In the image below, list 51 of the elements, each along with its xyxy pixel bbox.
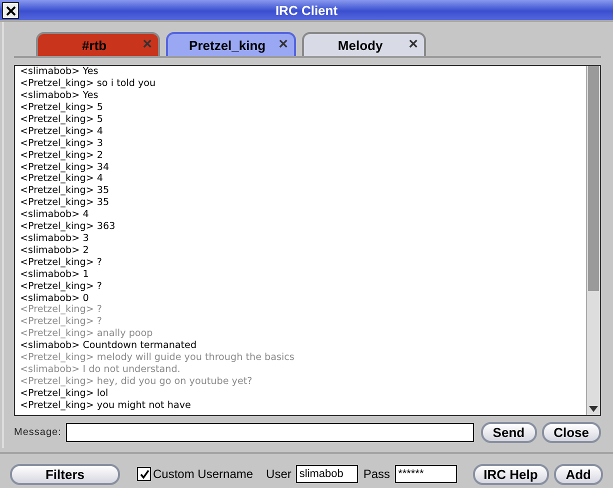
message-field[interactable]	[66, 422, 474, 442]
chat-line: <Pretzel_king> ?	[20, 280, 104, 293]
chat-line: <Pretzel_king> 3	[20, 138, 104, 150]
window-title: IRC Client	[275, 2, 338, 18]
chat-line: <slimabob> 3	[20, 233, 90, 245]
tab[interactable]: Melody ×	[302, 32, 426, 56]
chat-line: <Pretzel_king> 5	[20, 114, 104, 126]
chat-line: <Pretzel_king> 34	[20, 162, 110, 174]
chat-line: <Pretzel_king> ?	[20, 304, 104, 316]
chat-line: <slimabob> 0	[20, 292, 90, 304]
chat-line: <Pretzel_king> 4	[20, 173, 104, 186]
chat-line: <slimabob> Yes	[20, 90, 100, 102]
scrollbar[interactable]	[586, 66, 600, 416]
chat-line: <slimabob> Yes	[20, 66, 100, 78]
pass-field[interactable]: ******	[395, 465, 458, 484]
chat-line: <Pretzel_king> 363	[20, 221, 116, 233]
chat-line: <Pretzel_king> ?	[20, 316, 104, 328]
message-label: Message:	[14, 426, 62, 438]
chat-line: <slimabob> 4	[20, 209, 90, 222]
close-tab-icon[interactable]: ×	[408, 37, 418, 54]
chat-line: <Pretzel_king> melody will guide you through the basics	[20, 352, 296, 364]
chat-line: <Pretzel_king> you might not have	[20, 400, 192, 412]
chat-line: <Pretzel_king> so i told you	[20, 78, 157, 90]
chat-line: <Pretzel_king> lol	[20, 388, 110, 400]
chat-line: <Pretzel_king> 4	[20, 126, 104, 138]
scroll-down-icon[interactable]	[589, 406, 598, 412]
user-field[interactable]: slimabob	[296, 465, 358, 484]
chat-line: <slimabob> Countdown termanated	[20, 340, 198, 352]
chat-line: <Pretzel_king> hey, did you go on youtube yet?	[20, 376, 254, 388]
chat-line: <slimabob> 1	[20, 268, 90, 281]
chat-line: <slimabob> I do not understand.	[20, 364, 182, 376]
chat-line: <Pretzel_king> ?	[20, 256, 104, 269]
chat-line: <Pretzel_king> anally poop	[20, 328, 154, 340]
checkbox[interactable]	[137, 467, 151, 482]
close-tab-icon[interactable]: ×	[278, 37, 288, 54]
close-icon[interactable]	[2, 2, 19, 19]
chat-line: <Pretzel_king> 35	[20, 197, 110, 210]
send-button[interactable]: Send	[480, 422, 537, 443]
help-button[interactable]: IRC Help	[472, 464, 549, 485]
chat-line: <slimabob> 2	[20, 244, 90, 257]
chat-line: <Pretzel_king> 5	[20, 102, 104, 114]
close-button[interactable]: Close	[542, 422, 601, 443]
tab[interactable]: Pretzel_king ×	[166, 32, 296, 56]
add-button[interactable]: Add	[554, 464, 603, 485]
pass-label: Pass	[363, 467, 390, 482]
checkbox-label: Custom Username	[153, 467, 254, 482]
tab[interactable]: #rtb ×	[36, 32, 160, 56]
chat-line: <Pretzel_king> 35	[20, 185, 110, 198]
user-label: User	[266, 467, 292, 482]
chat-line: <Pretzel_king> 2	[20, 150, 104, 162]
filters-button[interactable]: Filters	[10, 464, 120, 485]
